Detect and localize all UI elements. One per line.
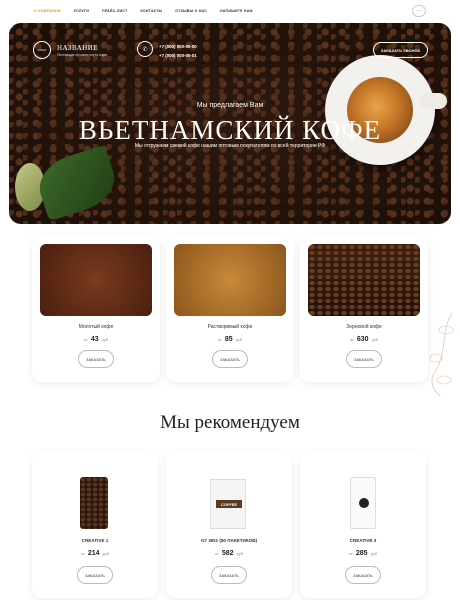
order-button[interactable]: ЗАКАЗАТЬ bbox=[212, 350, 248, 368]
coffee-pack-image bbox=[80, 477, 108, 529]
product-card-instant: Растворимый кофе от 85 руб ЗАКАЗАТЬ bbox=[166, 236, 294, 382]
product-card-ground: Молотый кофе от 43 руб ЗАКАЗАТЬ bbox=[32, 236, 160, 382]
order-button[interactable]: ЗАКАЗАТЬ bbox=[77, 566, 113, 584]
phone-number-2[interactable]: +7 (000) 000-00-01 bbox=[159, 53, 197, 58]
nav-item-write-us[interactable]: НАПИШИТЕ НАМ bbox=[220, 9, 253, 13]
order-button[interactable]: ЗАКАЗАТЬ bbox=[78, 350, 114, 368]
nav-item-reviews[interactable]: ОТЗЫВЫ О НАС bbox=[175, 9, 207, 13]
nav-item-services[interactable]: УСЛУГИ bbox=[74, 9, 89, 13]
product-price: от 85 руб bbox=[217, 336, 243, 343]
brand-tagline: Поставщик лучшего сорта кофе bbox=[57, 53, 108, 57]
coffee-pack-image bbox=[350, 477, 376, 529]
product-name: CREATIVE 3 bbox=[349, 538, 377, 543]
coffee-beans-image bbox=[308, 244, 420, 316]
nav-item-about[interactable]: О КОМПАНИИ bbox=[34, 9, 61, 13]
phone-number-1[interactable]: +7 (000) 000-00-00 bbox=[159, 44, 197, 49]
product-name: Растворимый кофе bbox=[207, 324, 253, 330]
recommend-card-1: CREATIVE 1 от 214 руб ЗАКАЗАТЬ bbox=[32, 452, 158, 598]
product-price: от 214 руб bbox=[80, 550, 110, 557]
top-nav: О КОМПАНИИ УСЛУГИ ПРАЙС-ЛИСТ КОНТАКТЫ ОТ… bbox=[0, 0, 460, 22]
request-call-button[interactable]: ЗАКАЗАТЬ ЗВОНОК bbox=[373, 42, 428, 58]
logo[interactable]: LOGO bbox=[33, 41, 51, 59]
product-price: от 582 руб bbox=[214, 550, 244, 557]
product-card-beans: Зерновой кофе от 630 руб ЗАКАЗАТЬ bbox=[300, 236, 428, 382]
coffee-leaf-image bbox=[32, 144, 122, 222]
product-name: G7 3IN1 (50 ПАКЕТИКОВ) bbox=[200, 538, 258, 543]
coffee-branch-decoration bbox=[429, 312, 454, 397]
hero-subtitle: Мы отгружаем свежий кофе нашим оптовым п… bbox=[134, 143, 326, 149]
pack-logo bbox=[359, 498, 369, 508]
instant-coffee-image bbox=[174, 244, 286, 316]
recommend-card-2: COFFEE G7 3IN1 (50 ПАКЕТИКОВ) от 582 руб З… bbox=[166, 452, 292, 598]
order-button[interactable]: ЗАКАЗАТЬ bbox=[346, 350, 382, 368]
order-button[interactable]: ЗАКАЗАТЬ bbox=[211, 566, 247, 584]
pack-label: COFFEE bbox=[216, 500, 242, 508]
product-name: Зерновой кофе bbox=[346, 324, 382, 330]
more-icon[interactable]: ··· bbox=[412, 5, 426, 17]
recommend-heading: Мы рекомендуем bbox=[160, 412, 300, 433]
ground-coffee-image bbox=[40, 244, 152, 316]
product-price: от 630 руб bbox=[349, 336, 379, 343]
coffee-pack-image: COFFEE bbox=[210, 479, 246, 529]
hero-pretitle: Мы предлагаем Вам bbox=[196, 102, 264, 109]
order-button[interactable]: ЗАКАЗАТЬ bbox=[345, 566, 381, 584]
phone-icon: ✆ bbox=[137, 41, 153, 57]
product-price: от 285 руб bbox=[348, 550, 378, 557]
product-name: Молотый кофе bbox=[78, 324, 114, 330]
product-name: CREATIVE 1 bbox=[81, 538, 109, 543]
product-price: от 43 руб bbox=[83, 336, 109, 343]
recommend-card-3: CREATIVE 3 от 285 руб ЗАКАЗАТЬ bbox=[300, 452, 426, 598]
brand-name: НАЗВАНИЕ bbox=[57, 44, 99, 52]
nav-item-price-list[interactable]: ПРАЙС-ЛИСТ bbox=[102, 9, 127, 13]
hero-banner: LOGO НАЗВАНИЕ Поставщик лучшего сорта ко… bbox=[9, 23, 451, 224]
nav-item-contacts[interactable]: КОНТАКТЫ bbox=[141, 9, 163, 13]
hero-title: ВЬЕТНАМСКИЙ КОФЕ bbox=[78, 115, 382, 145]
